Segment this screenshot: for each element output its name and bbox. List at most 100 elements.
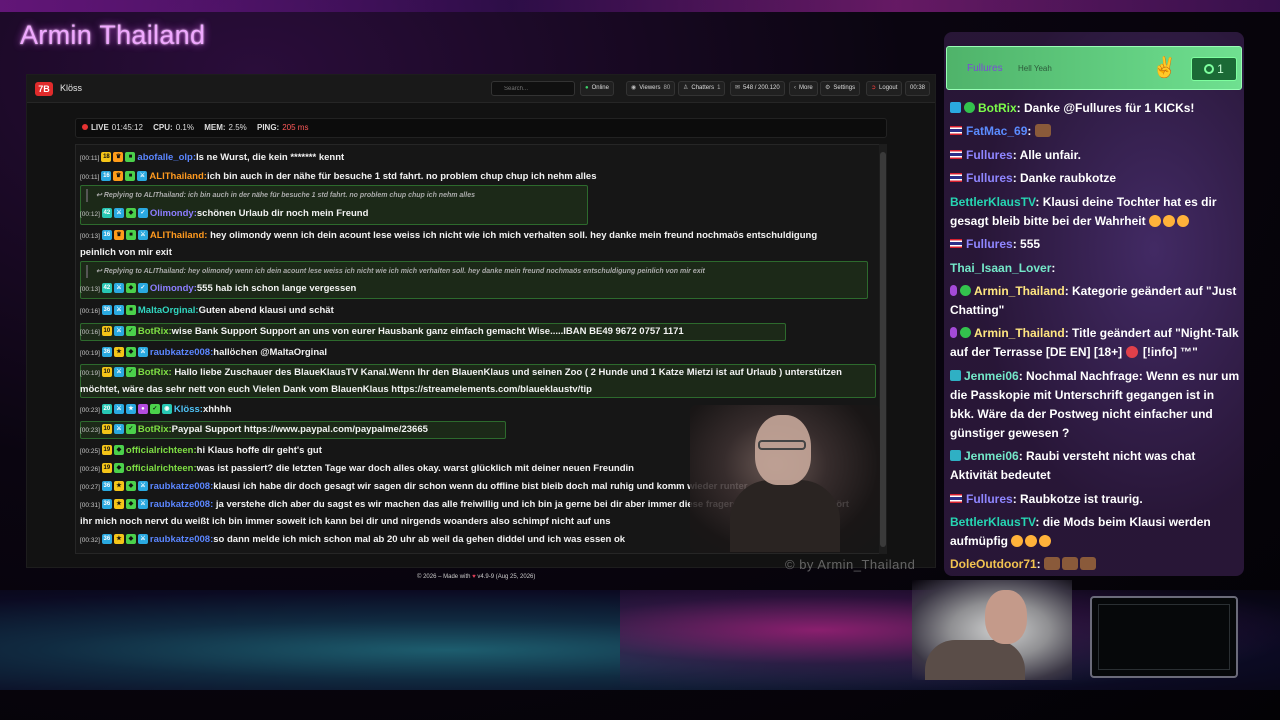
settings-button[interactable]: ⚙ Settings <box>820 81 861 96</box>
side-chat-message: Thai_Isaan_Lover: <box>950 261 1056 275</box>
chat-text: Hallo liebe Zuschauer des BlaueKlausTV K… <box>80 367 842 395</box>
chat-username[interactable]: BotRix: <box>138 367 172 378</box>
ping-value: 205 ms <box>282 123 309 132</box>
chat-username[interactable]: BotRix: <box>138 326 172 337</box>
sub-badge: 36 <box>101 347 112 358</box>
chat-message[interactable]: [00:19] 36 ★ ◆ ⚔ raubkatze008:hallöchen @Malt… <box>80 345 327 362</box>
app-footer: © 2026 – Made with ♥ v4.9-9 (Aug 25, 202… <box>417 574 535 580</box>
thai-flag-icon <box>950 126 962 135</box>
mod-icon: ⚔ <box>113 208 124 219</box>
chat-username[interactable]: raubkatze008: <box>150 347 213 358</box>
sub-badge: 42 <box>101 208 112 219</box>
scrollbar-thumb[interactable] <box>880 152 886 547</box>
messages-counter-button[interactable]: ✉ 548 / 200.120 <box>730 81 785 96</box>
footer-version: v4.9-9 (Aug 25, 2026) <box>477 574 536 580</box>
laugh-emoji-icon <box>1162 215 1175 227</box>
broadcaster-icon: ★ <box>125 404 136 415</box>
thai-flag-icon <box>950 150 962 159</box>
diamond-icon: ◆ <box>113 463 124 474</box>
side-chat-message: Armin_Thailand: Title geändert auf "Nigh… <box>950 326 1239 359</box>
chat-username[interactable]: raubkatze008: <box>150 499 213 510</box>
side-chat-message: DoleOutdoor71: <box>950 555 1240 574</box>
sub-badge: 18 <box>101 152 112 163</box>
stream-overlay: Armin Thailand 7B Klöss ⚲ ●Online ◉Viewe… <box>0 0 1280 720</box>
more-button[interactable]: ‹ More <box>789 81 818 96</box>
mod-icon: ⚔ <box>137 230 148 241</box>
chat-username[interactable]: Olimondy: <box>150 208 197 219</box>
heart-icon: ♥ <box>472 574 476 580</box>
mod-bars-icon <box>950 450 961 461</box>
ping-label: PING: <box>256 123 280 132</box>
bot-icon <box>950 102 961 113</box>
chatters-count: 1 <box>717 85 721 91</box>
chat-username[interactable]: abofalle_olp: <box>137 152 196 163</box>
chat-message[interactable]: [00:12] 42 ⚔ ◆ ✓ Olimondy:schönen Urlaub dir … <box>80 206 368 223</box>
kick-alert: Fullures Hell Yeah ✌ 1 <box>946 46 1242 90</box>
chat-message[interactable]: [00:27] 36 ★ ◆ ⚔ raubkatze008:klausi ich habe… <box>80 479 747 496</box>
chat-message[interactable]: [00:19] 10 ⚔ ✓ BotRix: Hallo liebe Zuschauer… <box>80 365 872 398</box>
thai-flag-icon <box>950 173 962 182</box>
sub-badge: 10 <box>101 424 112 435</box>
chat-message[interactable]: [00:13] 16 ♛ ■ ⚔ ALIThailand: hey olimondy we… <box>80 228 820 261</box>
mod-icon: ⚔ <box>113 404 124 415</box>
chat-username[interactable]: officialrichteen: <box>126 463 197 474</box>
chat-message[interactable]: [00:16] 10 ⚔ ✓ BotRix:wise Bank Support Supp… <box>80 324 684 341</box>
camera-frame-inner <box>1098 604 1230 670</box>
laugh-emoji-icon <box>1176 215 1189 227</box>
chat-username[interactable]: Olimondy: <box>150 283 197 294</box>
chat-username[interactable]: MaltaOrginal: <box>138 305 199 316</box>
logout-button[interactable]: ➲ Logout <box>866 81 903 96</box>
verified-icon: ✓ <box>125 326 136 337</box>
chat-message[interactable]: [00:11] 16 ♛ ■ ⚔ ALIThailand:ich bin auch in … <box>80 169 597 186</box>
viewers-button[interactable]: ◉ Viewers 80 <box>626 81 676 96</box>
sub-badge: 36 <box>101 481 112 492</box>
status-bar: LIVE 01:45:12 CPU: 0.1% MEM: 2.5% PING: 205 … <box>75 118 887 138</box>
chat-message[interactable]: [00:26] 19 ◆ officialrichteen:was ist passi… <box>80 461 634 478</box>
speech-bubble-icon: ✉ <box>735 85 741 91</box>
chat-username[interactable]: officialrichteen: <box>126 445 197 456</box>
chat-username[interactable]: raubkatze008: <box>150 534 213 545</box>
streamer-title: Armin Thailand <box>20 20 206 50</box>
chat-message[interactable]: [00:23] 20 ⚔ ★ ● ✓ ◉ Klöss:xhhhh <box>80 402 231 419</box>
chat-username[interactable]: ALIThailand: <box>150 230 208 241</box>
laugh-emoji-icon <box>1025 535 1038 547</box>
search-input[interactable] <box>491 81 575 96</box>
chat-username[interactable]: raubkatze008: <box>150 481 213 492</box>
chat-message[interactable]: [00:16] 36 ⚔ ■ MaltaOrginal:Guten abend klau… <box>80 303 334 320</box>
chatters-button[interactable]: ♙ Chatters 1 <box>678 81 726 96</box>
settings-label: Settings <box>833 85 856 91</box>
side-chat-message: Armin_Thailand: Kategorie geändert auf "… <box>950 284 1237 317</box>
online-status-button[interactable]: ● Online <box>580 81 614 96</box>
verified-icon: ✓ <box>125 424 136 435</box>
mod-icon: ⚔ <box>137 499 148 510</box>
chat-message[interactable]: [00:13] 42 ⚔ ◆ ✓ Olimondy:555 hab ich schon l… <box>80 281 356 298</box>
diamond-icon: ◆ <box>125 499 136 510</box>
emote-icon <box>1044 557 1061 570</box>
chat-username[interactable]: BotRix: <box>138 424 172 435</box>
chat-message[interactable]: [00:32] 36 ★ ◆ ⚔ raubkatze008:so dann melde i… <box>80 532 625 549</box>
chat-username[interactable]: Klöss: <box>174 404 203 415</box>
chat-text: was ist passiert? die letzten Tage war d… <box>196 463 634 474</box>
chat-username[interactable]: ALIThailand: <box>149 171 207 182</box>
users-icon: ♙ <box>683 85 689 91</box>
eye-icon: ◉ <box>631 85 637 91</box>
side-chat-message: Fullures: Raubkotze ist traurig. <box>950 490 1240 509</box>
more-label: More <box>799 85 813 91</box>
chat-message[interactable]: [00:25] 19 ◆ officialrichteen:hi Klaus hoff… <box>80 443 322 460</box>
webcam-person-face <box>755 415 811 485</box>
chat-text: klausi ich habe dir doch gesagt wir sage… <box>213 481 748 492</box>
sub-badge: 36 <box>101 534 112 545</box>
chat-scrollbar[interactable] <box>879 144 887 554</box>
verified-icon: ✓ <box>137 208 148 219</box>
verified-icon: ✓ <box>137 283 148 294</box>
emote-icon <box>1034 124 1051 137</box>
gift-icon: ■ <box>125 230 136 241</box>
online-dot-icon: ● <box>585 85 589 91</box>
chat-message[interactable]: [00:11] 18 ♛ ■ abofalle_olp:Is ne Wurst, die… <box>80 150 344 167</box>
mod-bars-icon <box>950 370 961 381</box>
crown-icon: ♛ <box>113 171 124 182</box>
diamond-icon: ◆ <box>125 347 136 358</box>
sub-badge: 19 <box>101 445 112 456</box>
chat-message[interactable]: [00:23] 10 ⚔ ✓ BotRix:Paypal Support https:/… <box>80 422 428 439</box>
mod-icon: ⚔ <box>137 171 148 182</box>
